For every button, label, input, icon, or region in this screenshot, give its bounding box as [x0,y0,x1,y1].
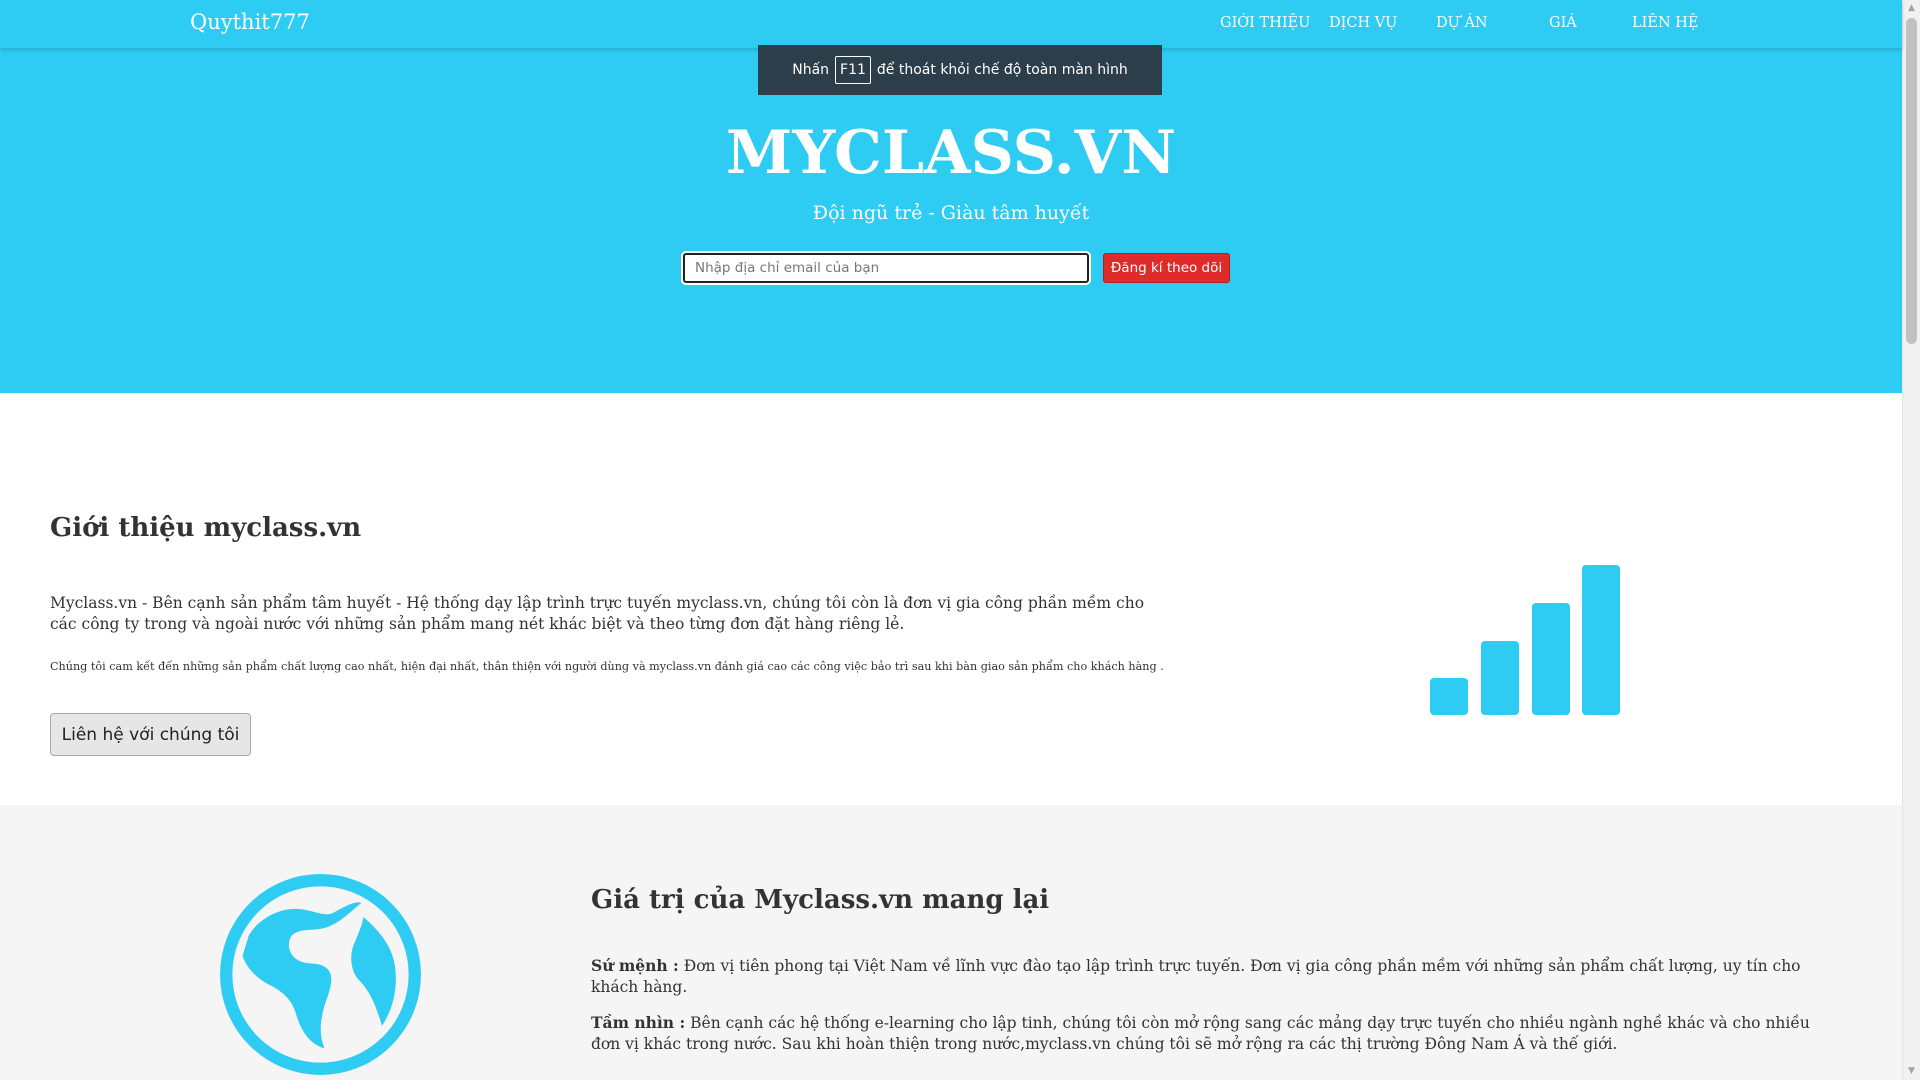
page-scrollbar[interactable]: ▲ ▼ [1902,0,1920,1080]
nav-item-dich-vu[interactable]: DỊCH VỤ [1329,15,1397,31]
intro-paragraph-2: Chúng tôi cam kết đến những sản phẩm chấ… [50,660,1164,673]
intro-section: Giới thiệu myclass.vn Myclass.vn - Bên c… [0,393,1902,805]
email-input[interactable] [681,251,1091,285]
values-section: Giá trị của Myclass.vn mang lại Sứ mệnh … [0,805,1902,1080]
hero-subtitle: Đội ngũ trẻ - Giàu tâm huyết [812,202,1090,224]
globe-icon [220,874,421,1075]
contact-us-button[interactable]: Liên hệ với chúng tôi [50,713,251,756]
vision-label: Tầm nhìn : [591,1013,686,1032]
f11-key-badge: F11 [835,56,871,84]
nav-item-gioi-thieu[interactable]: GIỚI THIỆU [1220,15,1310,31]
mission-text: Đơn vị tiên phong tại Việt Nam về lĩnh v… [591,957,1801,996]
nav-item-gia[interactable]: GIÁ [1549,15,1577,31]
fullscreen-notice-before: Nhấn [792,62,830,78]
scroll-down-arrow-icon[interactable]: ▼ [1903,1063,1920,1080]
hero-title: MYCLASS.VN [725,118,1177,188]
brand-link[interactable]: Quythit777 [190,10,310,34]
nav-item-du-an[interactable]: DỰ ÁN [1436,15,1488,31]
nav-item-lien-he[interactable]: LIÊN HỆ [1632,15,1698,31]
mission-paragraph: Sứ mệnh : Đơn vị tiên phong tại Việt Nam… [591,955,1841,998]
vision-text: Bên cạnh các hệ thống e-learning cho lập… [591,1014,1810,1053]
values-title: Giá trị của Myclass.vn mang lại [591,885,1050,915]
fullscreen-notice: Nhấn F11 để thoát khỏi chế độ toàn màn h… [758,45,1162,95]
scrollbar-thumb[interactable] [1906,18,1917,344]
intro-paragraph-1: Myclass.vn - Bên cạnh sản phẩm tâm huyết… [50,594,1145,633]
scroll-up-arrow-icon[interactable]: ▲ [1903,0,1920,17]
mission-label: Sứ mệnh : [591,956,679,975]
fullscreen-notice-after: để thoát khỏi chế độ toàn màn hình [876,62,1128,78]
subscribe-button[interactable]: Đăng kí theo dõi [1103,253,1230,283]
intro-title: Giới thiệu myclass.vn [50,513,362,543]
navbar: Quythit777 GIỚI THIỆU DỊCH VỤ DỰ ÁN GIÁ … [0,0,1902,48]
signal-bars-icon [1430,565,1620,715]
vision-paragraph: Tầm nhìn : Bên cạnh các hệ thống e-learn… [591,1012,1841,1055]
